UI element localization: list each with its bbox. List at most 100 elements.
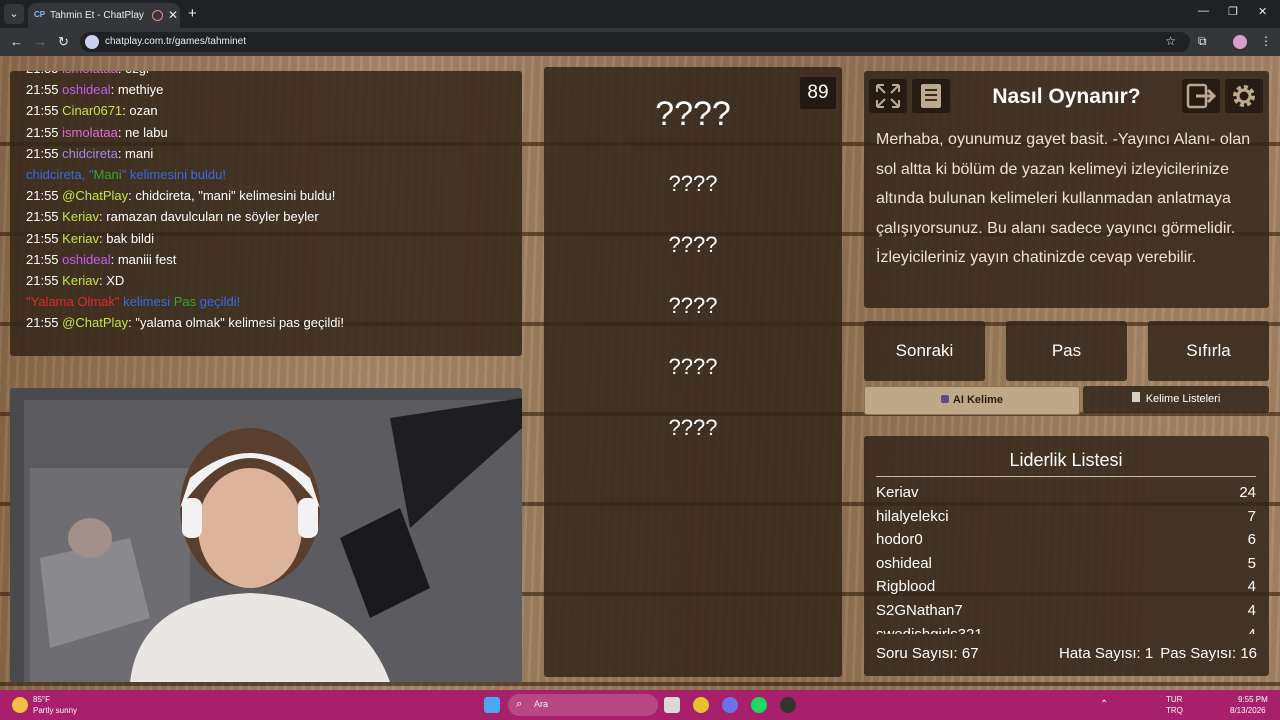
robot-icon: [940, 395, 949, 403]
leaderboard-name: hilalyelekci: [876, 507, 949, 525]
chat-timestamp: 21:55: [26, 230, 59, 246]
chrome-icon[interactable]: [693, 697, 709, 713]
reset-button[interactable]: Sıfırla: [1148, 321, 1269, 381]
chat-username[interactable]: ismolataa: [62, 71, 118, 76]
file-explorer-icon[interactable]: [664, 697, 680, 713]
system-message-segment: chidcireta, ": [26, 167, 94, 182]
leaderboard-row: swedishgirls321 4: [876, 626, 1256, 634]
chat-username[interactable]: @ChatPlay: [62, 188, 128, 203]
chat-username[interactable]: Keriav: [62, 231, 99, 246]
chat-message: 21:55 Keriav: bak bildi: [26, 231, 154, 246]
chat-username[interactable]: oshideal: [62, 252, 110, 267]
new-tab-plus-icon[interactable]: +: [188, 5, 197, 22]
next-button[interactable]: Sonraki: [864, 321, 985, 381]
chat-message: 21:55 @ChatPlay: chidcireta, "mani" keli…: [26, 188, 335, 203]
minimize-icon[interactable]: —: [1198, 5, 1209, 17]
chat-text: : bak bildi: [99, 230, 154, 246]
leaderboard-list[interactable]: Keriav 24 hilalyelekci 7 hodor0 6 oshideal 5 Rig…: [864, 484, 1269, 634]
tray-chevron-icon[interactable]: ⌃: [1100, 699, 1108, 710]
tab-close-icon[interactable]: ✕: [168, 8, 178, 22]
site-info-icon[interactable]: [85, 35, 99, 49]
chat-timestamp: 21:55: [26, 82, 59, 98]
leaderboard-row: hilalyelekci 7: [876, 508, 1256, 525]
discord-icon[interactable]: [722, 697, 738, 713]
chat-system-message: "Yalama Olmak" kelimesi Pas geçildi!: [26, 294, 240, 309]
leaderboard-row: hodor0 6: [876, 531, 1256, 548]
chat-username[interactable]: Keriav: [62, 273, 99, 288]
bookmark-star-icon[interactable]: ☆: [1165, 34, 1176, 48]
exit-icon[interactable]: [1182, 79, 1220, 113]
leaderboard-panel: Liderlik Listesi Keriav 24 hilalyelekci 7 ho…: [864, 436, 1269, 676]
windows-start-icon[interactable]: [484, 697, 500, 713]
chat-message: 21:55 Keriav: XD: [26, 273, 124, 288]
chat-timestamp: 21:55: [26, 315, 59, 331]
main-word: ????: [655, 95, 731, 133]
url-text: chatplay.com.tr/games/tahminet: [105, 36, 246, 47]
restore-icon[interactable]: ❐: [1228, 5, 1238, 18]
webcam-feed: [10, 388, 522, 682]
leaderboard-name: hodor0: [876, 531, 923, 549]
spotify-icon[interactable]: [751, 697, 767, 713]
leaderboard-row: Keriav 24: [876, 484, 1256, 501]
chat-username[interactable]: ismolataa: [62, 125, 118, 140]
close-window-icon[interactable]: ✕: [1258, 5, 1267, 18]
taskbar-search[interactable]: ⌕ Ara: [508, 694, 658, 716]
forward-arrow-icon[interactable]: →: [34, 34, 47, 49]
how-to-play-panel: Nasıl Oynanır? Merhaba, oyunumuz gayet b…: [864, 71, 1269, 308]
leaderboard-score: 6: [1247, 531, 1256, 549]
chat-message: 21:55 Keriav: ramazan davulcuları ne söy…: [26, 209, 319, 224]
chat-username[interactable]: chidcireta: [62, 146, 118, 161]
leaderboard-row: oshideal 5: [876, 555, 1256, 572]
browser-tab[interactable]: CP Tahmin Et - ChatPlay ✕: [28, 3, 180, 28]
tab-title: Tahmin Et - ChatPlay: [50, 10, 144, 21]
chat-text: : "yalama olmak" kelimesi pas geçildi!: [128, 315, 344, 331]
chat-timestamp: 21:55: [26, 188, 59, 204]
more-menu-icon[interactable]: ⋮: [1260, 34, 1272, 48]
leaderboard-name: swedishgirls321: [876, 626, 983, 634]
lang-bottom[interactable]: TRQ: [1166, 706, 1183, 715]
tab-search-chevron-icon[interactable]: ⌄: [4, 4, 24, 24]
leaderboard-title: Liderlik Listesi: [876, 450, 1256, 477]
chat-system-message: chidcireta, "Mani" kelimesini buldu!: [26, 167, 226, 182]
chat-timestamp: 21:55: [26, 103, 59, 119]
weather-sun-icon[interactable]: [12, 697, 28, 713]
search-placeholder: Ara: [534, 699, 549, 709]
chat-username[interactable]: Cinar0671: [62, 103, 122, 118]
chat-message: 21:55 ismolataa: ezgi: [26, 71, 149, 76]
pass-count: Pas Sayısı: 16: [1160, 645, 1257, 662]
chat-username[interactable]: oshideal: [62, 82, 110, 97]
leaderboard-score: 4: [1247, 602, 1256, 619]
obs-icon[interactable]: [780, 697, 796, 713]
tab-word-lists[interactable]: Kelime Listeleri: [1083, 386, 1269, 413]
settings-gear-icon[interactable]: [1225, 79, 1263, 113]
lang-top[interactable]: TUR: [1166, 695, 1182, 704]
chat-text: : XD: [99, 273, 125, 288]
chat-username[interactable]: Keriav: [62, 209, 99, 224]
extensions-puzzle-icon[interactable]: ⧉: [1198, 34, 1207, 49]
error-count: Hata Sayısı: 1: [1059, 645, 1154, 662]
leaderboard-score: 5: [1247, 554, 1256, 572]
system-message-segment: " kelimesini buldu!: [121, 167, 227, 182]
leaderboard-score: 24: [1239, 484, 1256, 501]
chat-username[interactable]: @ChatPlay: [62, 315, 128, 330]
profile-avatar[interactable]: [1233, 35, 1247, 49]
chat-timestamp: 21:55: [26, 145, 59, 161]
clock-date[interactable]: 8/13/2026: [1230, 706, 1266, 715]
system-message-segment: kelimesi: [119, 294, 174, 310]
url-field[interactable]: chatplay.com.tr/games/tahminet ☆: [80, 32, 1190, 52]
chat-message: 21:55 @ChatPlay: "yalama olmak" kelimesi…: [26, 315, 344, 330]
back-arrow-icon[interactable]: ←: [10, 34, 23, 49]
chat-text: : mani: [117, 145, 154, 161]
leaderboard-row: Rigblood 4: [876, 578, 1256, 595]
chat-text: : chidcireta, "mani" kelimesini buldu!: [128, 188, 336, 204]
clock-time[interactable]: 9:55 PM: [1238, 695, 1268, 704]
system-message-segment: Pas: [173, 294, 197, 310]
chat-timestamp: 21:55: [26, 209, 59, 225]
game-page: 21:55 ismolataa: ezgi21:55 oshideal: met…: [0, 56, 1280, 690]
reload-icon[interactable]: ↻: [58, 34, 69, 50]
pass-button[interactable]: Pas: [1006, 321, 1127, 381]
question-count: Soru Sayısı: 67: [876, 645, 979, 662]
tab-ai-word[interactable]: AI Kelime: [864, 386, 1080, 415]
forbidden-word: ????: [668, 293, 718, 318]
system-message-segment: "Yalama Olmak": [26, 294, 120, 310]
